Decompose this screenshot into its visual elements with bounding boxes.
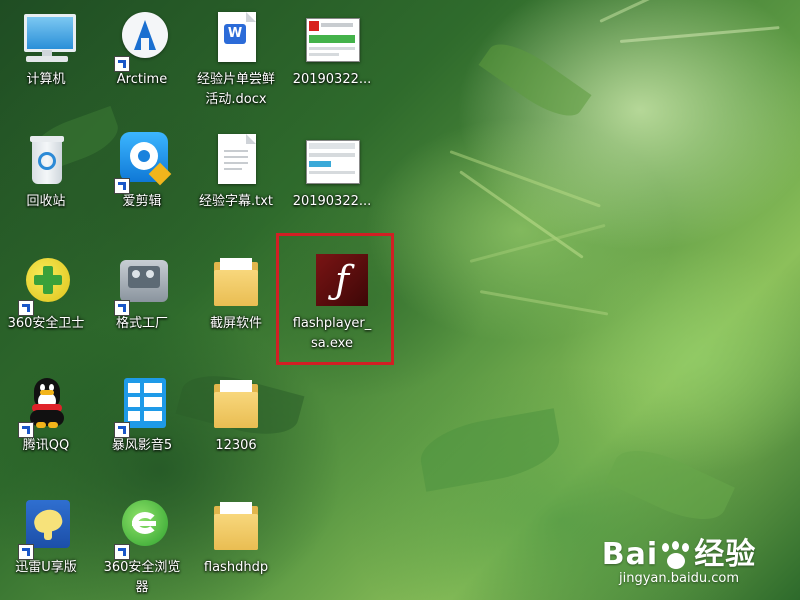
qq-penguin-icon — [16, 374, 76, 438]
desktop-icon-baofeng[interactable]: 暴风影音5 — [100, 374, 184, 456]
folder-icon — [206, 374, 266, 434]
image-thumbnail-icon — [302, 130, 362, 190]
text-file-icon — [206, 130, 266, 190]
icon-label: 格式工厂 — [115, 316, 168, 331]
icon-label: 截屏软件 — [209, 316, 262, 331]
icon-label: Arctime — [116, 72, 168, 87]
icon-label: 经验片单尝鲜 活动.docx — [196, 72, 275, 107]
desktop-icon-txt[interactable]: 经验字幕.txt — [194, 130, 278, 212]
folder-icon — [206, 252, 266, 312]
folder-icon — [206, 496, 266, 556]
desktop-icon-docx[interactable]: W 经验片单尝鲜 活动.docx — [194, 8, 278, 110]
icon-label: 腾讯QQ — [22, 438, 70, 453]
desktop-icon-360browser[interactable]: 360安全浏览 器 — [100, 496, 184, 598]
selection-highlight-box — [276, 233, 394, 365]
format-factory-icon — [112, 252, 172, 316]
watermark-url: jingyan.baidu.com — [619, 571, 739, 586]
360-safe-icon — [16, 252, 76, 316]
xunlei-bird-icon — [16, 496, 76, 560]
desktop-icon-folder-12306[interactable]: 12306 — [194, 374, 278, 456]
shortcut-arrow-icon — [114, 56, 130, 72]
icon-label: 20190322... — [292, 194, 372, 209]
shortcut-arrow-icon — [114, 178, 130, 194]
desktop-icon-qq[interactable]: 腾讯QQ — [4, 374, 88, 456]
desktop-icon-format-factory[interactable]: 格式工厂 — [100, 252, 184, 334]
icon-label: 暴风影音5 — [111, 438, 173, 453]
baidu-logo: Bai 经验 — [601, 537, 757, 572]
icon-label: 360安全卫士 — [7, 316, 85, 331]
word-document-icon: W — [206, 8, 266, 68]
desktop-icon-360safe[interactable]: 360安全卫士 — [4, 252, 88, 334]
baofeng-player-icon — [112, 374, 172, 438]
desktop-icon-aijianji[interactable]: 爱剪辑 — [100, 130, 184, 212]
icon-label: 迅雷U享版 — [15, 560, 77, 575]
shortcut-arrow-icon — [114, 422, 130, 438]
shortcut-arrow-icon — [114, 544, 130, 560]
icon-label: 20190322... — [292, 72, 372, 87]
aijianji-film-icon — [112, 130, 172, 194]
icon-label: 经验字幕.txt — [198, 194, 274, 209]
icon-label: flashdhdp — [203, 560, 269, 575]
desktop-icon-computer[interactable]: 计算机 — [4, 8, 88, 90]
baidu-jingyan-watermark: Bai 经验 jingyan.baidu.com — [584, 529, 774, 586]
icon-label: 计算机 — [26, 72, 66, 87]
desktop-icon-image-1[interactable]: 20190322... — [290, 8, 374, 90]
icon-label: 360安全浏览 器 — [103, 560, 181, 595]
shortcut-arrow-icon — [18, 422, 34, 438]
desktop-icon-arctime[interactable]: Arctime — [100, 8, 184, 90]
recycle-bin-icon — [16, 130, 76, 190]
shortcut-arrow-icon — [18, 544, 34, 560]
arctime-icon — [112, 8, 172, 72]
desktop-icon-xunlei[interactable]: 迅雷U享版 — [4, 496, 88, 578]
icon-label: 回收站 — [26, 194, 66, 209]
icon-label: 12306 — [215, 438, 257, 453]
icon-label: 爱剪辑 — [122, 194, 162, 209]
shortcut-arrow-icon — [114, 300, 130, 316]
paw-icon — [658, 540, 694, 571]
desktop-icon-recycle-bin[interactable]: 回收站 — [4, 130, 88, 212]
shortcut-arrow-icon — [18, 300, 34, 316]
desktop-icon-flashdhdp[interactable]: flashdhdp — [194, 496, 278, 578]
desktop-icon-screenshot-folder[interactable]: 截屏软件 — [194, 252, 278, 334]
desktop-icon-image-2[interactable]: 20190322... — [290, 130, 374, 212]
image-thumbnail-icon — [302, 8, 362, 68]
computer-icon — [16, 8, 76, 68]
360-browser-icon — [112, 496, 172, 560]
